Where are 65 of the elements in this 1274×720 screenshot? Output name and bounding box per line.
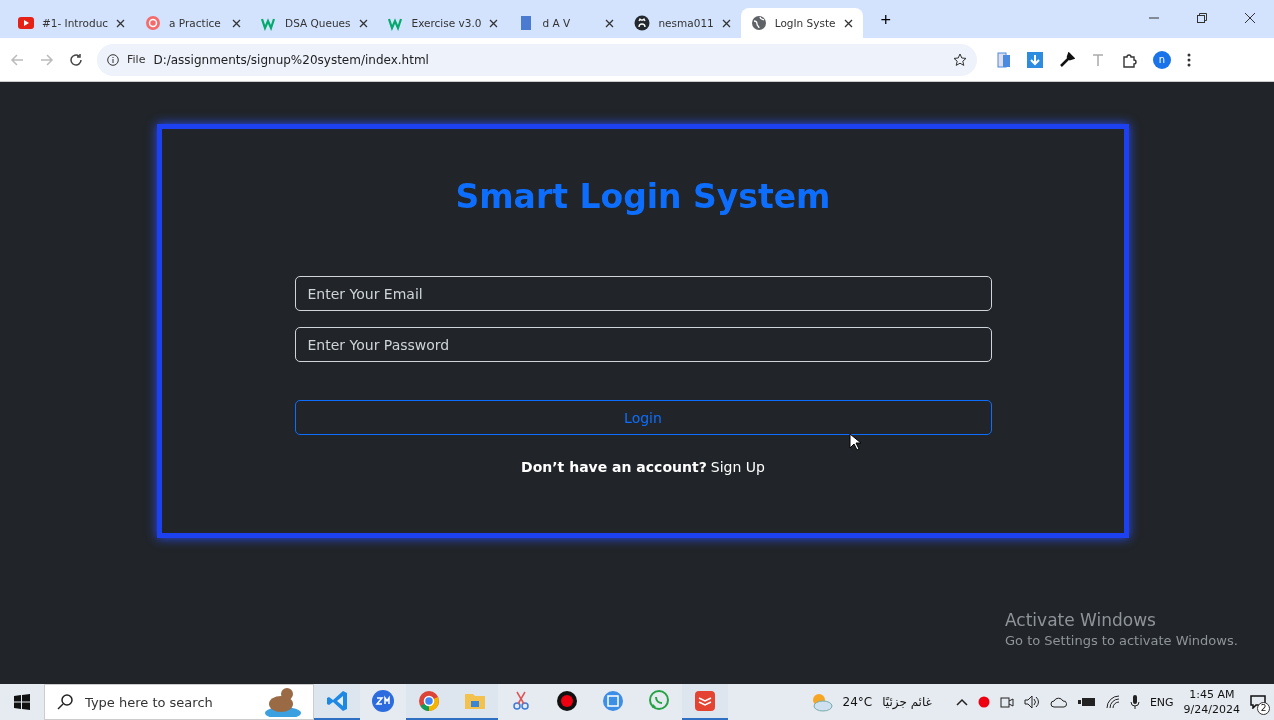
floppy-disk-icon [602,689,624,713]
info-icon [107,53,119,66]
taskbar-search-field[interactable]: Type here to search [44,684,314,720]
video-icon [18,15,34,31]
email-input[interactable]: Enter Your Email [294,276,992,311]
close-icon[interactable] [1245,13,1255,23]
chevron-up-icon[interactable] [955,698,968,706]
reload-icon[interactable] [69,52,83,67]
wifi-icon[interactable] [1105,695,1120,709]
more-icon[interactable] [1187,52,1191,67]
eyedropper-icon[interactable] [1059,51,1075,68]
signup-prompt: Don’t have an account? [521,459,707,475]
close-icon[interactable] [605,18,615,28]
close-icon[interactable] [358,18,368,28]
new-tab-button[interactable]: + [874,9,898,32]
microphone-icon[interactable] [1129,694,1140,710]
record-icon [556,689,578,713]
close-icon[interactable] [721,18,731,28]
globe-icon [750,15,767,31]
close-icon[interactable] [116,18,126,28]
phone-icon[interactable] [997,51,1011,68]
restore-icon[interactable] [1197,13,1207,23]
scissors-icon [510,689,532,713]
browser-tab[interactable]: LogIn Syste [740,8,863,38]
search-icon [57,694,73,710]
notification-count: 2 [1257,702,1270,715]
code-editor-icon [326,689,348,713]
login-title: Smart Login System [455,177,831,216]
chrome-logo-icon [418,689,440,713]
circle-logo-icon [145,15,162,31]
browser-tab[interactable]: Exercise v3.0 [377,8,509,38]
search-placeholder: Type here to search [85,694,213,710]
address-bar[interactable]: File D:/assignments/signup%20system/index.html [97,43,977,76]
windows-logo-icon[interactable] [14,694,30,710]
download-icon[interactable] [1027,51,1043,68]
speaker-icon[interactable] [1023,695,1040,709]
profile-avatar[interactable]: n [1153,50,1171,69]
taskbar-clock[interactable]: 1:45 AM 9/24/2024 [1183,687,1240,717]
puzzle-icon[interactable] [1121,51,1137,68]
browser-tab[interactable]: nesma011 [624,8,741,38]
close-icon[interactable] [843,18,853,28]
camera-icon[interactable] [999,695,1014,709]
stacked-layers-icon [694,689,716,713]
close-icon[interactable] [489,18,499,28]
cursor-icon [849,433,861,451]
browser-tab[interactable]: #1- Introduc [8,8,136,38]
battery-icon[interactable] [1077,696,1096,708]
activation-message: Go to Settings to activate Windows. [1005,633,1238,648]
url-scheme: File [127,53,146,66]
password-input[interactable]: Enter Your Password [294,327,992,362]
weather-condition: غائم جزئيًا [882,695,932,709]
chat-bubble-icon [648,689,670,713]
close-icon[interactable] [232,18,242,28]
browser-tab[interactable]: DSA Queues [251,8,378,38]
zm-logo-icon [372,689,394,713]
browser-tab[interactable]: d A V [508,8,625,38]
activation-title: Activate Windows [1005,610,1157,630]
url-text: D:/assignments/signup%20system/index.html [153,52,430,67]
signup-link[interactable]: Sign Up [710,459,765,475]
language-indicator[interactable]: ENG [1149,695,1174,709]
record-icon[interactable] [977,696,990,708]
star-icon[interactable] [953,52,967,67]
browser-tab[interactable]: a Practice [135,8,252,38]
weather-temperature: 24°C [842,695,873,709]
cloud-icon[interactable] [1049,696,1068,708]
